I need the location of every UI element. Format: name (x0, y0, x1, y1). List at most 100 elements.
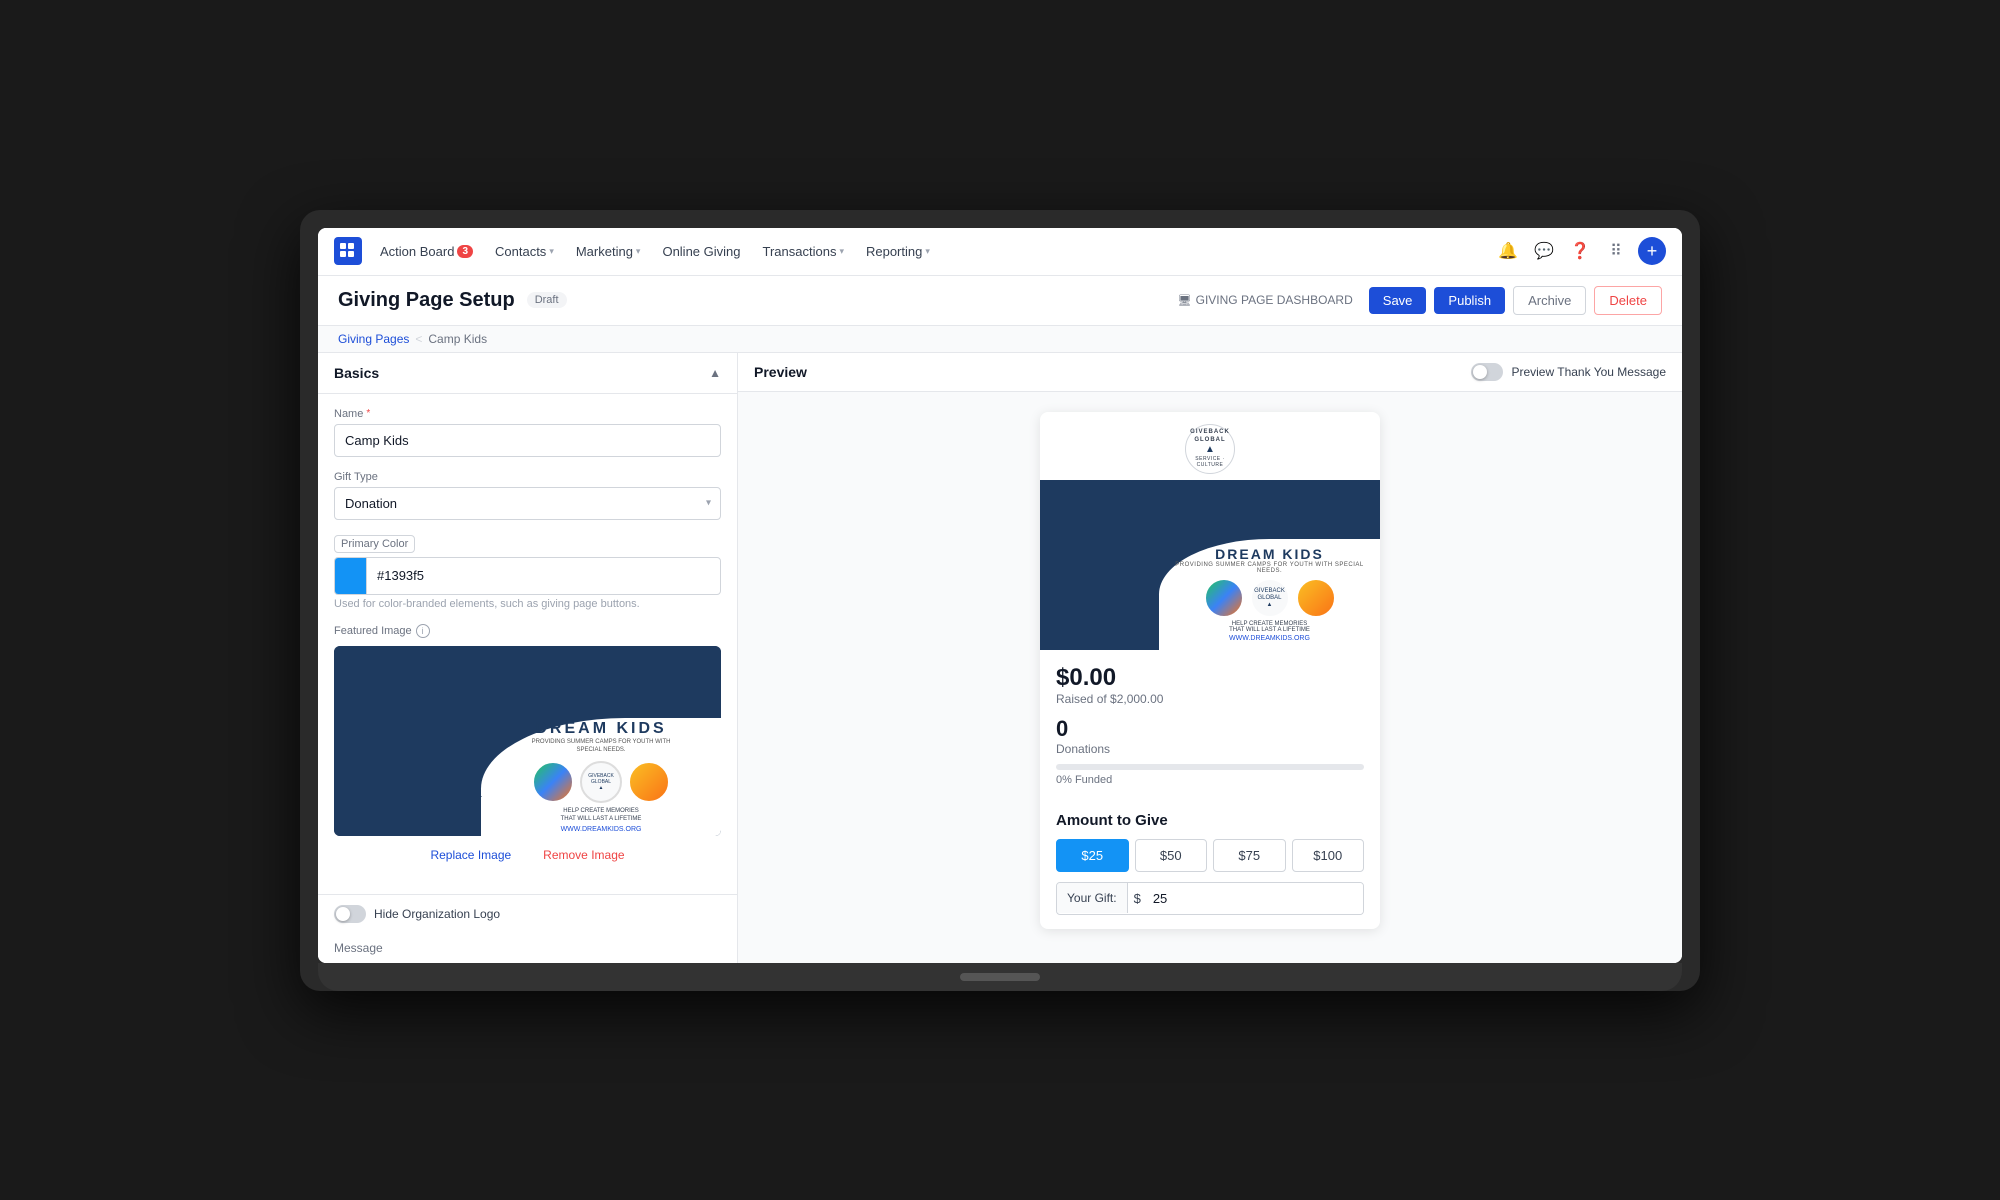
giving-circles: GIVEBACKGLOBAL▲ (1204, 578, 1336, 618)
preview-header: Preview Preview Thank You Message (738, 353, 1682, 392)
delete-button[interactable]: Delete (1594, 286, 1662, 315)
giving-girls-circle (1296, 578, 1336, 618)
nav-action-board[interactable]: Action Board 3 (372, 228, 481, 276)
girls-circle (628, 761, 670, 803)
archive-button[interactable]: Archive (1513, 286, 1586, 315)
breadcrumb-root[interactable]: Giving Pages (338, 332, 409, 346)
basics-section-body: Name * Gift Type Donation (318, 394, 737, 895)
your-gift-row: Your Gift: $ (1056, 882, 1364, 915)
your-gift-label: Your Gift: (1057, 883, 1128, 913)
message-label: Message (318, 933, 737, 963)
laptop-notch (960, 973, 1040, 981)
giving-kids-circle (1204, 578, 1244, 618)
amount-section: Amount to Give $25 $50 $75 $100 Your Gif… (1040, 812, 1380, 929)
dream-kids-banner: DREAM KIDS PROVIDING SUMMER CAMPS FOR YO… (334, 646, 721, 836)
amount-display: $0.00 (1056, 664, 1364, 692)
laptop-bottom (318, 963, 1682, 991)
giving-logo-circle: GIVEBACKGLOBAL▲ (1250, 578, 1290, 618)
gift-amount-input[interactable] (1147, 883, 1363, 914)
kids-circle (532, 761, 574, 803)
grid-icon[interactable]: ⠿ (1602, 237, 1630, 265)
donations-label: Donations (1056, 742, 1364, 756)
nav-transactions[interactable]: Transactions ▾ (755, 228, 852, 276)
dk-link-preview: WWW.DREAMKIDS.ORG (561, 826, 642, 833)
org-logo-circle: GIVEBACK GLOBAL ▲ SERVICE · CULTURE (1185, 424, 1235, 474)
primary-color-label: Primary Color (334, 535, 415, 553)
featured-image-label: Featured Image i (334, 624, 721, 638)
preview-title: Preview (754, 364, 807, 380)
nav-reporting[interactable]: Reporting ▾ (858, 228, 938, 276)
primary-color-group: Primary Color Used for color-branded ele… (334, 534, 721, 610)
hide-logo-label: Hide Organization Logo (374, 907, 500, 921)
name-input[interactable] (334, 424, 721, 457)
toggle-knob (336, 907, 350, 921)
color-hint: Used for color-branded elements, such as… (334, 598, 721, 610)
header-actions: 🖥 GIVING PAGE DASHBOARD Save Publish Arc… (1178, 286, 1662, 315)
nav-contacts[interactable]: Contacts ▾ (487, 228, 562, 276)
amount-btn-25[interactable]: $25 (1056, 839, 1129, 872)
name-field-group: Name * (334, 408, 721, 457)
giving-card-logo: GIVEBACK GLOBAL ▲ SERVICE · CULTURE (1040, 412, 1380, 480)
giving-dk-link: WWW.DREAMKIDS.ORG (1229, 635, 1310, 642)
amount-to-give-title: Amount to Give (1056, 812, 1364, 829)
color-swatch[interactable] (335, 558, 367, 594)
raised-text: Raised of $2,000.00 (1056, 692, 1364, 706)
featured-image-section: Featured Image i (334, 624, 721, 866)
bell-icon[interactable]: 🔔 (1494, 237, 1522, 265)
remove-image-button[interactable]: Remove Image (539, 844, 628, 866)
preview-dk-title: DREAM KIDS (535, 720, 666, 738)
gift-type-label: Gift Type (334, 471, 721, 483)
section-title-basics: Basics (334, 365, 379, 381)
page-header: Giving Page Setup Draft 🖥 GIVING PAGE DA… (318, 276, 1682, 326)
giving-dk-title: DREAM KIDS (1215, 546, 1324, 562)
preview-thank-you-toggle[interactable] (1471, 363, 1503, 381)
giving-image: DREAM KIDS PROVIDING SUMMER CAMPS FOR YO… (1040, 480, 1380, 650)
question-icon[interactable]: ❓ (1566, 237, 1594, 265)
preview-thank-you-label: Preview Thank You Message (1511, 365, 1666, 379)
color-input-row (334, 557, 721, 595)
breadcrumb-current: Camp Kids (428, 332, 487, 346)
preview-toggle-row: Preview Thank You Message (1471, 363, 1666, 381)
amount-btn-75[interactable]: $75 (1213, 839, 1286, 872)
gift-type-field-group: Gift Type Donation Pledge Membership ▾ (334, 471, 721, 520)
currency-symbol: $ (1128, 883, 1147, 914)
giving-tagline: HELP CREATE MEMORIESTHAT WILL LAST A LIF… (1229, 621, 1310, 633)
giving-card: GIVEBACK GLOBAL ▲ SERVICE · CULTURE (1040, 412, 1380, 929)
dashboard-link[interactable]: 🖥 GIVING PAGE DASHBOARD (1178, 293, 1353, 307)
org-logo-inner: GIVEBACK GLOBAL ▲ SERVICE · CULTURE (1186, 429, 1234, 467)
color-hex-input[interactable] (367, 560, 720, 591)
progress-bar-background (1056, 764, 1364, 770)
save-button[interactable]: Save (1369, 287, 1427, 314)
page-title: Giving Page Setup (338, 289, 515, 312)
image-actions: Replace Image Remove Image (334, 844, 721, 866)
amount-btn-50[interactable]: $50 (1135, 839, 1208, 872)
preview-content: GIVEBACK GLOBAL ▲ SERVICE · CULTURE (738, 392, 1682, 949)
laptop-container: Action Board 3 Contacts ▾ Marketing ▾ On… (300, 210, 1700, 991)
breadcrumb: Giving Pages < Camp Kids (318, 326, 1682, 353)
gift-type-select[interactable]: Donation Pledge Membership (334, 487, 721, 520)
left-panel: Basics ▲ Name * (318, 353, 738, 963)
info-icon[interactable]: i (416, 624, 430, 638)
publish-button[interactable]: Publish (1434, 287, 1505, 314)
draft-badge: Draft (527, 292, 567, 308)
replace-image-button[interactable]: Replace Image (426, 844, 515, 866)
amount-btn-100[interactable]: $100 (1292, 839, 1365, 872)
hide-logo-toggle-row: Hide Organization Logo (318, 895, 737, 933)
name-label: Name * (334, 408, 721, 420)
giving-dk-subtitle: PROVIDING SUMMER CAMPS FOR YOUTH WITH SP… (1167, 562, 1372, 574)
basics-section-header[interactable]: Basics ▲ (318, 353, 737, 394)
laptop-screen: Action Board 3 Contacts ▾ Marketing ▾ On… (318, 228, 1682, 963)
nav-marketing[interactable]: Marketing ▾ (568, 228, 649, 276)
nav-icons-group: 🔔 💬 ❓ ⠿ + (1494, 237, 1666, 265)
amount-buttons-group: $25 $50 $75 $100 (1056, 839, 1364, 872)
app-logo[interactable] (334, 237, 362, 265)
preview-dk-subtitle: PROVIDING SUMMER CAMPS FOR YOUTH WITHSPE… (532, 738, 671, 755)
hide-logo-toggle[interactable] (334, 905, 366, 923)
right-panel: Preview Preview Thank You Message (738, 353, 1682, 963)
nav-online-giving[interactable]: Online Giving (654, 228, 748, 276)
gift-type-select-wrap: Donation Pledge Membership ▾ (334, 487, 721, 520)
donations-count: 0 (1056, 716, 1364, 742)
top-navigation: Action Board 3 Contacts ▾ Marketing ▾ On… (318, 228, 1682, 276)
add-button[interactable]: + (1638, 237, 1666, 265)
message-icon[interactable]: 💬 (1530, 237, 1558, 265)
